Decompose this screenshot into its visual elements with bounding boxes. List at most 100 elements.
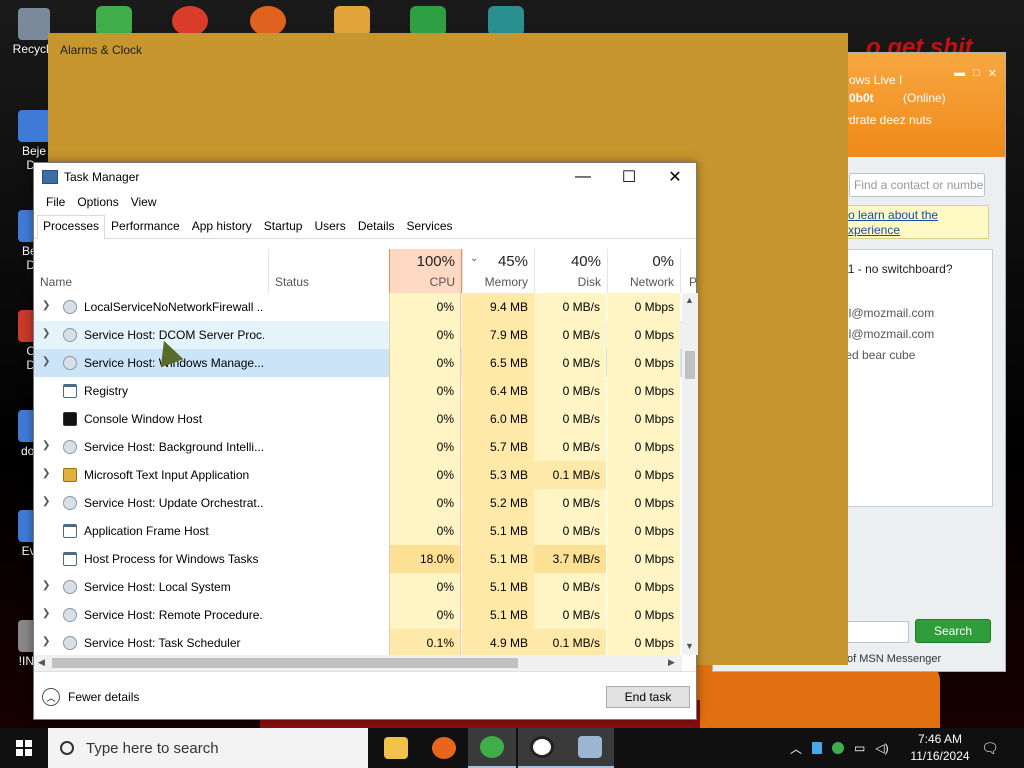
vertical-scrollbar[interactable]: ▲ ▼ <box>682 293 698 655</box>
chevron-right-icon[interactable]: ❯ <box>42 300 50 311</box>
column-memory[interactable]: 45% Memory <box>462 249 534 293</box>
taskbar-msn-messenger[interactable] <box>468 728 516 768</box>
chevron-right-icon[interactable]: ❯ <box>42 328 50 339</box>
chevron-right-icon[interactable]: ❯ <box>42 468 50 479</box>
list-item[interactable]: 11 - no switchboard? <box>842 262 953 276</box>
desktop-top-icon-chrome[interactable] <box>172 6 208 36</box>
volume-icon[interactable]: ◁) <box>875 741 888 755</box>
column-network[interactable]: 0% Network <box>607 249 680 293</box>
taskbar-alarms-clock[interactable] <box>518 728 566 768</box>
column-name[interactable]: Name <box>34 249 268 293</box>
column-cpu[interactable]: 100% CPU <box>389 249 462 293</box>
column-disk[interactable]: 40% Disk <box>534 249 607 293</box>
table-row[interactable]: ❯ Service Host: Background Intelli... 0% 5.… <box>34 433 682 461</box>
network-icon[interactable]: ▭ <box>854 741 865 755</box>
msn-status[interactable]: (Online) <box>903 91 946 105</box>
app-window-icon <box>63 524 77 538</box>
process-memory: 5.1 MB <box>462 545 534 573</box>
menu-options[interactable]: Options <box>71 195 124 209</box>
msn-tray-icon[interactable] <box>832 742 845 754</box>
close-button[interactable]: ✕ <box>652 163 698 191</box>
process-memory: 5.1 MB <box>462 573 534 601</box>
table-row[interactable]: Application Frame Host 0% 5.1 MB 0 MB/s 0 Mb… <box>34 517 682 545</box>
fewer-details-button[interactable]: ︿ Fewer details <box>42 688 139 706</box>
horizontal-scrollbar[interactable]: ◀ ▶ <box>34 655 682 671</box>
chevron-right-icon[interactable]: ❯ <box>42 608 50 619</box>
process-name: Service Host: Local System <box>84 580 231 594</box>
table-row[interactable]: ❯ Service Host: DCOM Server Proc... 0% 7.9 … <box>34 321 682 349</box>
msn-username[interactable]: 0b0t <box>849 91 874 105</box>
tab-processes[interactable]: Processes <box>37 215 106 239</box>
scroll-down-icon[interactable]: ▼ <box>685 641 694 651</box>
table-row[interactable]: ❯ Service Host: Task Scheduler 0.1% 4.9 MB 0… <box>34 629 682 655</box>
msn-promo-link[interactable]: o learn about the xperience <box>833 205 989 239</box>
msn-personal-message[interactable]: ydrate deez nuts <box>843 113 932 127</box>
table-row[interactable]: Registry 0% 6.4 MB 0 MB/s 0 Mbps <box>34 377 682 405</box>
minimize-icon[interactable]: ▬ <box>954 67 965 80</box>
task-manager-titlebar[interactable]: Task Manager — ☐ ✕ <box>34 163 696 191</box>
maximize-icon[interactable]: □ <box>973 67 980 80</box>
show-hidden-icons-icon[interactable]: ︿ <box>790 740 802 757</box>
tray-app-icon[interactable] <box>812 742 823 754</box>
scroll-left-icon[interactable]: ◀ <box>38 657 45 668</box>
chevron-right-icon[interactable]: ❯ <box>42 636 50 647</box>
table-row[interactable]: ❯ Service Host: Local System 0% 5.1 MB 0 MB/… <box>34 573 682 601</box>
column-status[interactable]: Status <box>268 249 389 293</box>
minimize-button[interactable]: — <box>560 163 606 191</box>
process-cpu: 0% <box>389 461 461 489</box>
msn-promo-line2[interactable]: xperience <box>848 223 982 238</box>
msn-promo-line1[interactable]: o learn about the <box>848 208 982 223</box>
tab-startup[interactable]: Startup <box>258 215 309 239</box>
tab-app-history[interactable]: App history <box>186 215 258 239</box>
chevron-right-icon[interactable]: ❯ <box>42 356 50 367</box>
list-item[interactable]: ted bear cube <box>842 348 915 362</box>
table-row[interactable]: ❯ Microsoft Text Input Application 0% 5.3 M… <box>34 461 682 489</box>
table-row[interactable]: Host Process for Windows Tasks 18.0% 5.1 M… <box>34 545 682 573</box>
menu-view[interactable]: View <box>125 195 163 209</box>
list-item[interactable]: gl@mozmail.com <box>842 327 934 341</box>
end-task-button[interactable]: End task <box>606 686 690 708</box>
process-memory: 4.9 MB <box>462 629 534 655</box>
horizontal-scroll-thumb[interactable] <box>52 658 518 668</box>
vertical-scroll-thumb[interactable] <box>685 351 695 379</box>
menu-file[interactable]: File <box>40 195 71 209</box>
tab-performance[interactable]: Performance <box>105 215 186 239</box>
desktop-top-icon-app2[interactable] <box>334 6 370 36</box>
maximize-button[interactable]: ☐ <box>606 163 652 191</box>
table-row[interactable]: ❯ Service Host: Windows Manage... 0% 6.5 MB… <box>34 349 682 377</box>
table-row[interactable]: Console Window Host 0% 6.0 MB 0 MB/s 0 Mbps <box>34 405 682 433</box>
desktop-top-icon-app[interactable] <box>250 6 286 36</box>
msn-find-contact-input[interactable]: Find a contact or numbe <box>849 173 985 197</box>
scroll-right-icon[interactable]: ▶ <box>668 657 675 668</box>
tab-details[interactable]: Details <box>352 215 401 239</box>
msn-search-button[interactable]: Search <box>915 619 991 643</box>
scroll-up-icon[interactable]: ▲ <box>685 295 694 305</box>
column-power[interactable]: P <box>680 249 698 293</box>
desktop-top-icon-people[interactable] <box>96 6 132 36</box>
taskbar-task-manager[interactable] <box>566 728 614 768</box>
desktop-top-icon-character[interactable] <box>488 6 524 36</box>
process-cpu: 0% <box>389 321 461 349</box>
tab-services[interactable]: Services <box>401 215 459 239</box>
list-item[interactable]: gl@mozmail.com <box>842 306 934 320</box>
taskbar: Type here to search ︿ ▭ ◁) 7:46 AM 11/16… <box>0 728 1024 768</box>
taskbar-search-box[interactable]: Type here to search <box>48 728 368 768</box>
chevron-right-icon[interactable]: ❯ <box>42 580 50 591</box>
table-row[interactable]: ❯ Service Host: Remote Procedure... 0% 5.1 … <box>34 601 682 629</box>
start-button[interactable] <box>0 728 48 768</box>
taskbar-firefox[interactable] <box>420 728 468 768</box>
taskbar-clock[interactable]: 7:46 AM 11/16/2024 <box>900 731 980 765</box>
tab-users[interactable]: Users <box>308 215 351 239</box>
desktop-top-icon-windows[interactable] <box>410 6 446 36</box>
table-row[interactable]: ❯ LocalServiceNoNetworkFirewall ... 0% 9.4 … <box>34 293 682 321</box>
disk-total: 40% <box>570 253 601 270</box>
chevron-right-icon[interactable]: ❯ <box>42 440 50 451</box>
close-icon[interactable]: ✕ <box>988 67 997 80</box>
chevron-right-icon[interactable]: ❯ <box>42 496 50 507</box>
task-manager-window[interactable]: Task Manager — ☐ ✕ File Options View Pro… <box>33 162 698 720</box>
process-network: 0 Mbps <box>607 349 680 377</box>
text-input-icon <box>63 468 77 482</box>
table-row[interactable]: ❯ Service Host: Update Orchestrat... 0% 5.2… <box>34 489 682 517</box>
notification-icon[interactable]: 🗨 <box>980 738 1000 758</box>
taskbar-file-explorer[interactable] <box>372 728 420 768</box>
